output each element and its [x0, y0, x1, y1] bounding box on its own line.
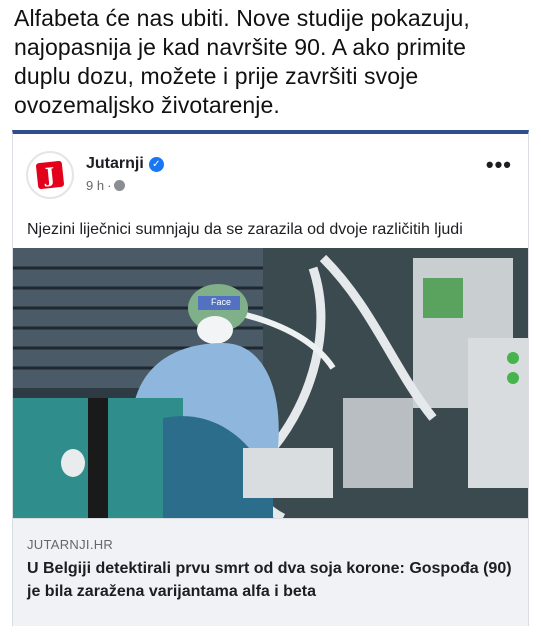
- more-options-icon[interactable]: •••: [486, 154, 512, 176]
- page-name-link[interactable]: Jutarnji ✓: [86, 155, 164, 173]
- visor-label: Face: [211, 297, 231, 307]
- globe-icon: [114, 180, 126, 191]
- page-avatar[interactable]: J: [26, 151, 74, 199]
- page-name-label: Jutarnji: [86, 155, 144, 172]
- link-preview[interactable]: JUTARNJI.HR U Belgiji detektirali prvu s…: [13, 518, 528, 626]
- post-timestamp[interactable]: 9 h: [86, 178, 104, 193]
- verified-badge-icon: ✓: [148, 156, 164, 172]
- post-caption: Alfabeta će nas ubiti. Nove studije poka…: [14, 5, 470, 118]
- post-header: J Jutarnji ✓ 9 h · •••: [13, 134, 528, 214]
- link-title[interactable]: U Belgiji detektirali prvu smrt od dva s…: [27, 557, 517, 603]
- icu-scene-image: Face: [13, 248, 528, 518]
- post-text: Njezini liječnici sumnjaju da se zarazil…: [27, 221, 463, 238]
- post-meta: 9 h ·: [86, 178, 126, 193]
- meta-separator: ·: [107, 178, 112, 193]
- post-photo[interactable]: Face: [13, 248, 528, 518]
- jutarnji-logo-icon: J: [35, 160, 65, 190]
- shared-post-card[interactable]: J Jutarnji ✓ 9 h · ••• Njezini liječnici…: [12, 130, 529, 626]
- link-domain: JUTARNJI.HR: [27, 537, 114, 552]
